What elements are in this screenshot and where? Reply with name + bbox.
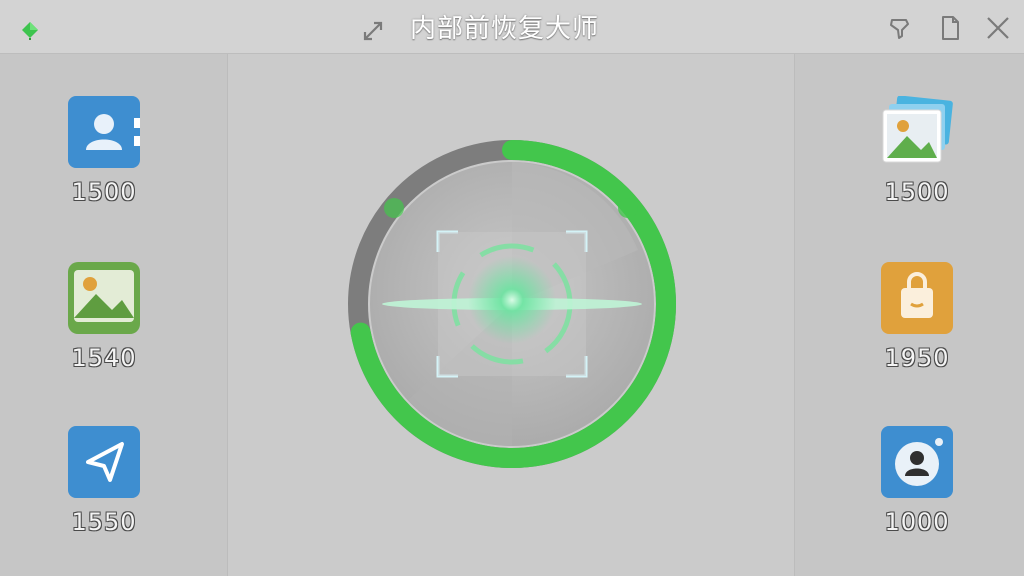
category-photos[interactable]: 1540 xyxy=(44,262,164,372)
photos-count: 1540 xyxy=(71,344,137,372)
wechat-count: 1000 xyxy=(884,508,950,536)
category-messages[interactable]: 1550 xyxy=(44,426,164,536)
gallery-count: 1500 xyxy=(884,178,950,206)
contacts-count: 1500 xyxy=(71,178,137,206)
right-category-panel: 1500 1950 1000 xyxy=(794,54,1024,576)
pin-icon[interactable] xyxy=(886,14,914,42)
left-category-panel: 1500 1540 1550 xyxy=(0,54,228,576)
apps-count: 1950 xyxy=(884,344,950,372)
messages-count: 1550 xyxy=(71,508,137,536)
scan-area xyxy=(228,54,794,576)
shopping-bag-icon xyxy=(881,262,953,334)
scan-progress-ring xyxy=(348,140,676,468)
category-gallery[interactable]: 1500 xyxy=(857,96,977,206)
category-wechat[interactable]: 1000 xyxy=(857,426,977,536)
paper-plane-icon xyxy=(68,426,140,498)
window-title: 内部前恢复大师 xyxy=(410,14,600,44)
diamond-app-icon xyxy=(20,20,40,41)
chat-avatar-icon xyxy=(881,426,953,498)
title-bar: 内部前恢复大师 xyxy=(0,0,1024,54)
category-contacts[interactable]: 1500 xyxy=(44,96,164,206)
category-apps[interactable]: 1950 xyxy=(857,262,977,372)
photos-icon xyxy=(68,262,140,334)
photo-stack-icon xyxy=(881,96,953,168)
contacts-icon xyxy=(68,96,140,168)
expand-arrows-icon[interactable] xyxy=(360,18,386,44)
close-icon[interactable] xyxy=(984,14,1012,42)
document-icon[interactable] xyxy=(936,14,964,42)
